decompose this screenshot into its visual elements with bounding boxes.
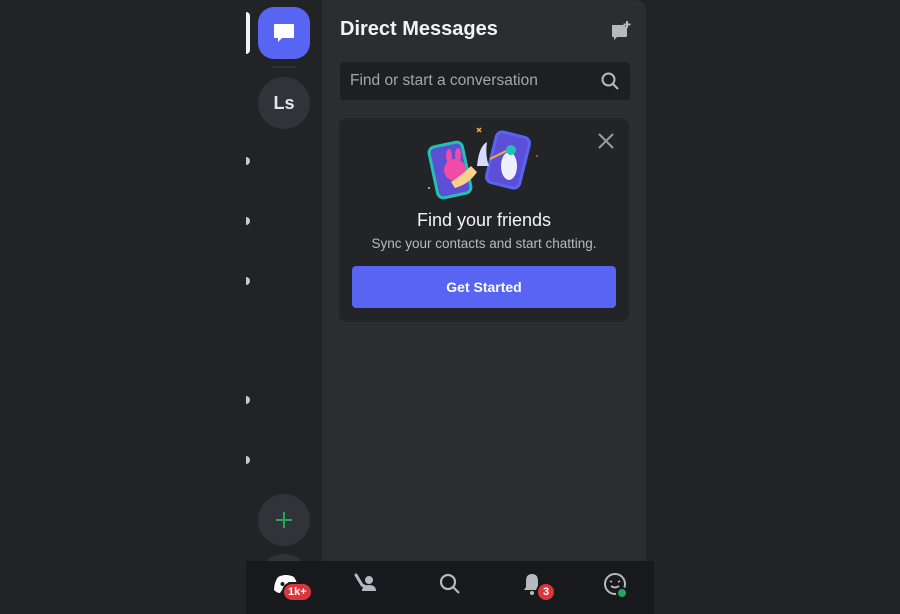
chat-bubble-icon [274,24,294,42]
search-field[interactable] [340,62,630,100]
close-icon[interactable] [597,132,615,150]
bottom-nav: 1k+ 3 [246,561,654,614]
add-server-button[interactable] [258,494,310,546]
card-subtitle: Sync your contacts and start chatting. [371,236,597,251]
home-badge: 1k+ [282,582,313,602]
search-input[interactable] [350,72,600,90]
server-icon[interactable]: Ls [258,77,310,129]
get-started-button[interactable]: Get Started [352,266,616,308]
online-status-dot [616,587,628,599]
server-initials: Ls [273,92,295,113]
search-icon [439,573,460,594]
selected-indicator [246,12,250,54]
plus-icon [276,512,292,528]
dm-panel: Direct Messages Find your friends Sync y… [322,0,646,562]
card-title: Find your friends [416,210,552,230]
new-message-icon[interactable] [610,20,632,42]
search-icon [601,72,619,90]
nav-friends[interactable] [348,569,384,599]
friends-illustration [427,127,538,200]
page-title: Direct Messages [340,18,498,40]
notifications-badge: 3 [536,582,556,602]
rail-separator [271,66,297,68]
direct-messages-button[interactable] [258,7,310,59]
find-friends-card: Find your friends Sync your contacts and… [339,118,629,322]
friends-wave-icon [354,573,376,591]
nav-search[interactable] [432,569,468,599]
